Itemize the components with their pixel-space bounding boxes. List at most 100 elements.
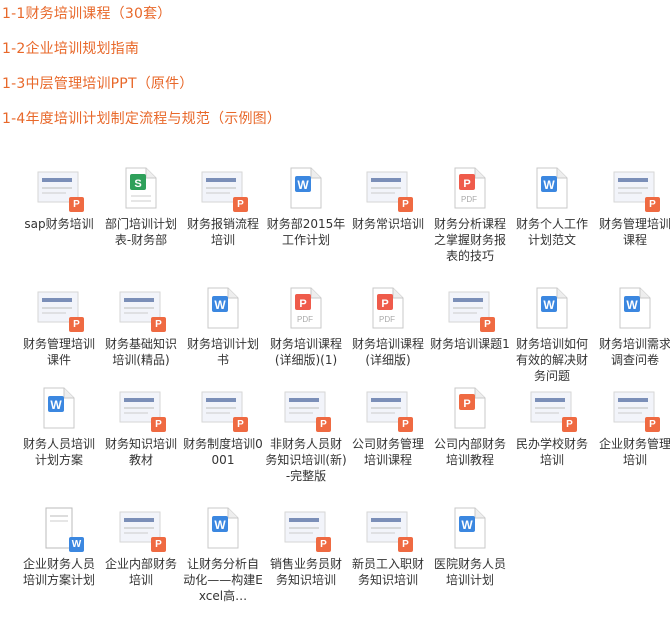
svg-text:W: W bbox=[297, 178, 309, 192]
ppt-thumbnail-icon: P bbox=[612, 166, 660, 212]
ppt-badge-icon: P bbox=[233, 417, 248, 432]
word-file-icon: W bbox=[529, 286, 573, 330]
svg-text:PDF: PDF bbox=[461, 195, 477, 204]
link-enterprise-training-guide[interactable]: 1-2企业培训规划指南 bbox=[2, 38, 139, 58]
ppt-thumbnail-icon: P bbox=[447, 286, 495, 332]
word-file-icon: W bbox=[200, 286, 244, 330]
ppt-thumbnail-icon: P bbox=[283, 386, 331, 432]
file-label: 销售业务员财务知识培训 bbox=[269, 557, 342, 587]
ppt-badge-icon: P bbox=[69, 317, 84, 332]
link-annual-training-plan[interactable]: 1-4年度培训计划制定流程与规范（示例图） bbox=[2, 108, 281, 128]
ppt-badge-icon: P bbox=[398, 197, 413, 212]
file-item[interactable]: P 财务知识培训教材 bbox=[100, 386, 178, 504]
ppt-thumbnail-icon: P bbox=[283, 506, 331, 552]
file-item[interactable]: P 民办学校财务培训 bbox=[511, 386, 589, 504]
file-label: 公司财务管理培训课程 bbox=[351, 437, 424, 467]
file-label: 财务培训课题1 bbox=[430, 337, 510, 351]
excel-file-icon: S bbox=[118, 166, 162, 210]
file-item[interactable]: P 非财务人员财务知识培训(新)-完整版 bbox=[265, 386, 347, 504]
file-label: 财务个人工作计划范文 bbox=[515, 217, 588, 247]
ppt-thumbnail-icon: P bbox=[36, 166, 84, 212]
file-item[interactable]: W 让财务分析自动化——构建Excel高… bbox=[182, 506, 263, 624]
file-item[interactable]: P 财务管理培训课程 bbox=[594, 166, 670, 284]
file-item[interactable]: P 企业财务管理培训 bbox=[594, 386, 670, 504]
file-item[interactable]: P 企业内部财务培训 bbox=[100, 506, 178, 624]
ppt-thumbnail-icon: P bbox=[118, 506, 166, 552]
file-label: 企业财务人员培训方案计划 bbox=[22, 557, 95, 587]
file-label: 财务管理培训课件 bbox=[22, 337, 95, 367]
ppt-badge-icon: P bbox=[480, 317, 495, 332]
word-file-icon: W bbox=[200, 506, 244, 550]
file-item[interactable]: W 财务人员培训计划方案 bbox=[18, 386, 96, 504]
ppt-badge-icon: P bbox=[151, 417, 166, 432]
file-label: 财务分析课程之掌握财务报表的技巧 bbox=[433, 217, 506, 263]
file-label: 财务培训课程(详细版)(1) bbox=[269, 337, 342, 367]
file-item[interactable]: W 财务部2015年工作计划 bbox=[265, 166, 345, 284]
ppt-file-icon: P bbox=[447, 386, 491, 430]
svg-text:W: W bbox=[461, 518, 473, 532]
ppt-thumbnail-icon: P bbox=[365, 386, 413, 432]
file-label: 民办学校财务培训 bbox=[515, 437, 588, 467]
file-item[interactable]: P 财务报销流程培训 bbox=[182, 166, 260, 284]
file-item[interactable]: P 财务制度培训0001 bbox=[182, 386, 263, 504]
ppt-thumbnail-icon: P bbox=[200, 386, 248, 432]
file-item[interactable]: P 公司内部财务培训教程 bbox=[429, 386, 507, 504]
file-label: 财务管理培训课程 bbox=[598, 217, 670, 247]
file-item[interactable]: P 财务常识培训 bbox=[347, 166, 425, 284]
svg-text:PDF: PDF bbox=[379, 315, 395, 324]
ppt-thumbnail-icon: P bbox=[365, 506, 413, 552]
file-item[interactable]: P 公司财务管理培训课程 bbox=[347, 386, 425, 504]
pdf-file-icon: P PDF bbox=[365, 286, 409, 330]
word-file-icon: W bbox=[529, 166, 573, 210]
file-label: 新员工入职财务知识培训 bbox=[351, 557, 424, 587]
word-badge-icon: W bbox=[69, 537, 84, 552]
file-label: 医院财务人员培训计划 bbox=[433, 557, 506, 587]
file-label: 财务知识培训教材 bbox=[104, 437, 177, 467]
file-label: 财务基础知识培训(精品) bbox=[104, 337, 177, 367]
file-item[interactable]: W 医院财务人员培训计划 bbox=[429, 506, 507, 624]
file-item[interactable]: Psap财务培训 bbox=[18, 166, 96, 284]
ppt-badge-icon: P bbox=[562, 417, 577, 432]
ppt-badge-icon: P bbox=[69, 197, 84, 212]
svg-text:P: P bbox=[463, 398, 470, 410]
file-label: 非财务人员财务知识培训(新)-完整版 bbox=[265, 437, 347, 483]
ppt-badge-icon: P bbox=[151, 317, 166, 332]
file-label: 让财务分析自动化——构建Excel高… bbox=[183, 557, 263, 603]
svg-text:W: W bbox=[214, 518, 226, 532]
ppt-badge-icon: P bbox=[233, 197, 248, 212]
file-item[interactable]: P 新员工入职财务知识培训 bbox=[347, 506, 425, 624]
file-label: 财务人员培训计划方案 bbox=[22, 437, 95, 467]
file-label: 财务常识培训 bbox=[351, 217, 424, 231]
file-label: 财务报销流程培训 bbox=[186, 217, 259, 247]
pdf-file-icon: P PDF bbox=[447, 166, 491, 210]
ppt-badge-icon: P bbox=[151, 537, 166, 552]
ppt-badge-icon: P bbox=[645, 197, 660, 212]
file-item[interactable]: W 财务个人工作计划范文 bbox=[511, 166, 589, 284]
ppt-badge-icon: P bbox=[316, 417, 331, 432]
svg-text:PDF: PDF bbox=[297, 315, 313, 324]
ppt-thumbnail-icon: P bbox=[118, 286, 166, 332]
svg-text:P: P bbox=[463, 178, 470, 190]
file-label: sap财务培训 bbox=[24, 217, 94, 231]
file-label: 财务制度培训0001 bbox=[183, 437, 263, 467]
word-file-icon: W bbox=[36, 386, 80, 430]
file-item[interactable]: S 部门培训计划表-财务部 bbox=[100, 166, 178, 284]
link-finance-courses[interactable]: 1-1财务培训课程（30套） bbox=[2, 3, 171, 23]
file-item[interactable]: P PDF 财务分析课程之掌握财务报表的技巧 bbox=[429, 166, 507, 284]
file-label: 财务培训课程(详细版) bbox=[351, 337, 424, 367]
svg-text:S: S bbox=[134, 178, 141, 190]
file-item[interactable]: P 销售业务员财务知识培训 bbox=[265, 506, 343, 624]
ppt-thumbnail-icon: P bbox=[365, 166, 413, 212]
word-file-icon: W bbox=[612, 286, 656, 330]
svg-text:W: W bbox=[214, 298, 226, 312]
ppt-thumbnail-icon: P bbox=[529, 386, 577, 432]
link-middle-management-ppt[interactable]: 1-3中层管理培训PPT（原件） bbox=[2, 73, 194, 93]
file-label: 财务培训需求调查问卷 bbox=[598, 337, 670, 367]
svg-text:W: W bbox=[543, 178, 555, 192]
file-label: 企业财务管理培训 bbox=[598, 437, 670, 467]
svg-text:W: W bbox=[543, 298, 555, 312]
svg-text:W: W bbox=[50, 398, 62, 412]
file-item[interactable]: W 企业财务人员培训方案计划 bbox=[18, 506, 96, 624]
file-label: 财务培训如何有效的解决财务问题 bbox=[515, 337, 588, 383]
pdf-file-icon: P PDF bbox=[283, 286, 327, 330]
